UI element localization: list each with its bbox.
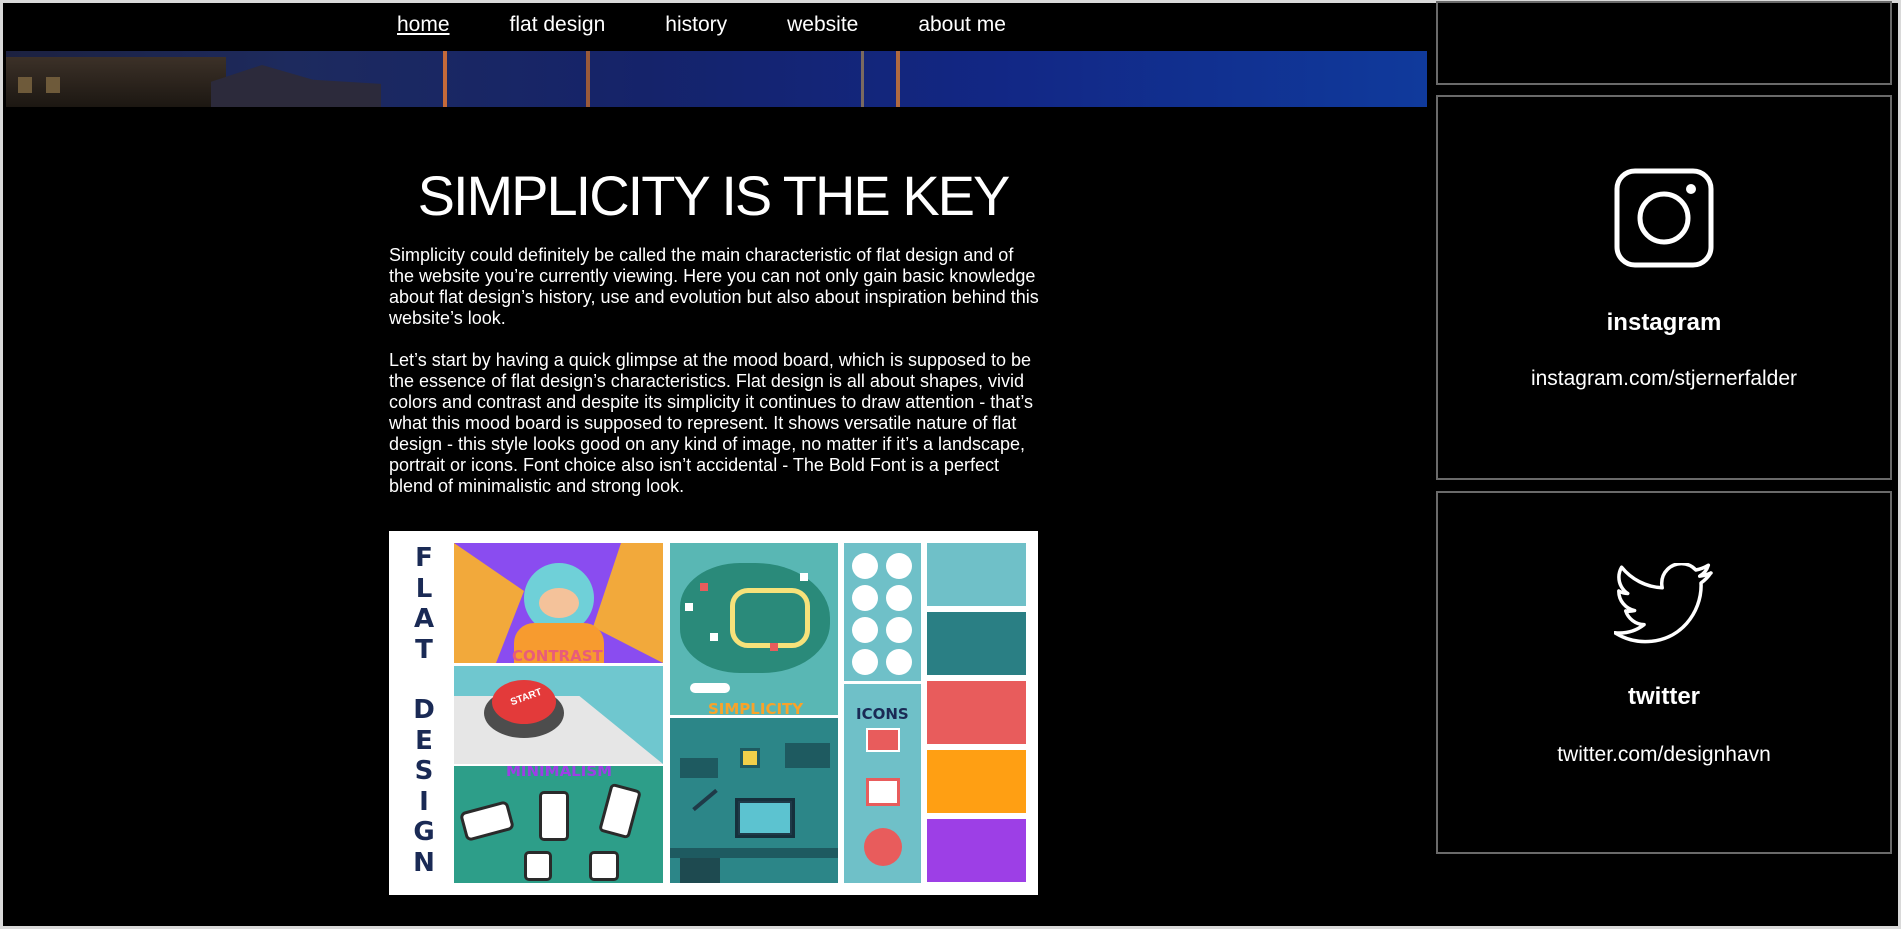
twitter-name: twitter bbox=[1628, 683, 1700, 710]
desk-illustration-tile bbox=[670, 718, 838, 883]
twitter-card[interactable]: twitter twitter.com/designhavn bbox=[1436, 491, 1892, 854]
instagram-link[interactable]: instagram.com/stjernerfalder bbox=[1438, 367, 1890, 391]
instagram-name: instagram bbox=[1606, 309, 1722, 336]
color-swatch-1 bbox=[927, 543, 1026, 606]
header-banner-image bbox=[6, 51, 1427, 107]
mood-board-image: F L A T D E S I G N CONTRAST START MINIM… bbox=[389, 531, 1038, 895]
main-nav: home flat design history website about m… bbox=[397, 11, 1066, 39]
nav-flat-design[interactable]: flat design bbox=[510, 11, 606, 39]
flat-design-vertical-text: F L A T D E S I G N bbox=[413, 543, 435, 878]
nav-home[interactable]: home bbox=[397, 11, 450, 39]
color-swatch-5 bbox=[927, 819, 1026, 882]
icons-tile: ICONS bbox=[844, 543, 921, 883]
instagram-icon[interactable] bbox=[1613, 167, 1715, 269]
color-swatch-3 bbox=[927, 681, 1026, 744]
color-swatch-4 bbox=[927, 750, 1026, 813]
minimalism-tile: MINIMALISM bbox=[454, 766, 663, 883]
contrast-tile: CONTRAST bbox=[454, 543, 663, 663]
nav-about-me[interactable]: about me bbox=[918, 11, 1006, 39]
sidebar-card-top bbox=[1436, 1, 1892, 85]
twitter-icon[interactable] bbox=[1614, 563, 1714, 647]
simplicity-map-tile: SIMPLICITY bbox=[670, 543, 838, 715]
color-swatch-2 bbox=[927, 612, 1026, 675]
nav-website[interactable]: website bbox=[787, 11, 858, 39]
page-frame: home flat design history website about m… bbox=[0, 0, 1901, 929]
nav-history[interactable]: history bbox=[665, 11, 727, 39]
instagram-card[interactable]: instagram instagram.com/stjernerfalder bbox=[1436, 95, 1892, 480]
twitter-link[interactable]: twitter.com/designhavn bbox=[1438, 743, 1890, 767]
moodboard-paragraph: Let’s start by having a quick glimpse at… bbox=[389, 350, 1033, 496]
page-title: SIMPLICITY IS THE KEY bbox=[417, 164, 1011, 227]
start-button-tile: START bbox=[454, 666, 663, 764]
intro-paragraph: Simplicity could definitely be called th… bbox=[389, 245, 1039, 328]
